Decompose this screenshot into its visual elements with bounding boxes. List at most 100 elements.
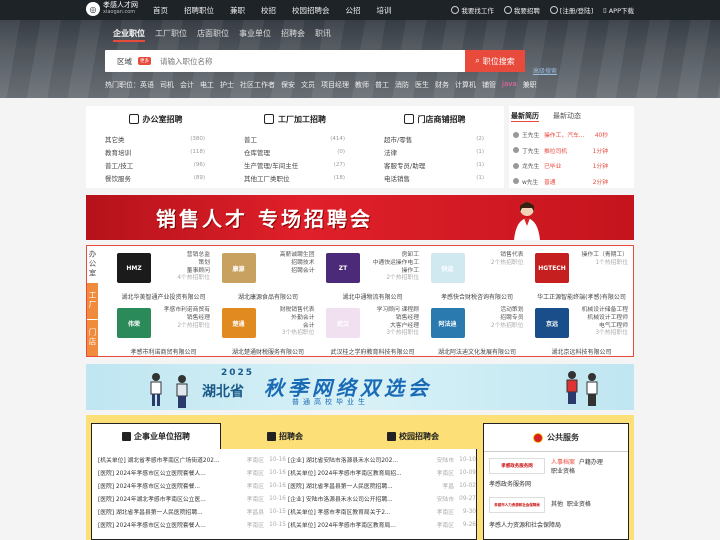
hot-item[interactable]: 社区工作者 [240, 80, 275, 90]
tab-job-fair[interactable]: 招聘会 [281, 28, 305, 42]
job-listing-row[interactable]: [机关单位] 2024年孝感市孝南区教育局... 孝南区 9-26 [288, 518, 476, 531]
service-name[interactable]: 孝感政务服务网 [489, 479, 531, 488]
nav-item[interactable]: 兼职 [230, 5, 245, 16]
job-link[interactable]: 招聘专员 [491, 315, 523, 323]
category-row[interactable]: 餐饮服务 (89) [86, 171, 225, 184]
hot-item[interactable]: 兼职 [523, 80, 537, 90]
company-card[interactable]: 康源 高薪诚聘生团 招聘技术 招聘会计 湖北康源食品有限公司 [216, 248, 321, 301]
company-name[interactable]: 华工正源智能终端(孝感)有限公司 [529, 292, 634, 301]
resume-row[interactable]: 龙先生 已毕业 1分钟 [509, 158, 634, 174]
company-name[interactable]: 孝感快合财税咨询有限公司 [425, 292, 530, 301]
hot-item[interactable]: 护士 [220, 80, 234, 90]
tab-news[interactable]: 职讯 [315, 28, 331, 42]
company-card[interactable]: ZT 房卸工 中通快运操作电工 操作工 2个热招职位 湖北中通物流有限公司 [320, 248, 425, 301]
job-link[interactable]: 销售经理 [377, 315, 419, 323]
company-name[interactable]: 湖北康源食品有限公司 [216, 292, 321, 301]
service-link[interactable]: 其他 [551, 501, 563, 508]
nav-item[interactable]: 招聘职位 [184, 5, 214, 16]
job-listing-row[interactable]: [机关单位] 2024年孝感市孝南区教育局招... 孝南区 10-09 [288, 466, 476, 479]
category-row[interactable]: 仓库管理 (0) [225, 145, 365, 158]
search-input[interactable] [155, 50, 465, 72]
site-logo[interactable]: ◎ 孝感人才网 xiaogan.com [86, 2, 138, 16]
job-link[interactable]: 招聘会计 [280, 268, 314, 276]
job-link[interactable]: 操作工（青期工） [582, 252, 628, 260]
job-link[interactable]: 策划 [177, 260, 210, 268]
company-name[interactable]: 湖北京远科技有限公司 [529, 347, 634, 356]
sales-job-fair-banner[interactable]: 销售人才 专场招聘会 [86, 195, 634, 240]
gov-service-logo[interactable]: 孝感政务服务网 [489, 458, 545, 474]
service-link[interactable]: 人事档案 [551, 459, 575, 466]
job-listing-row[interactable]: [医院] 湖北省孝昌县第一人民医院招聘... 孝昌县 10-15 [98, 505, 286, 518]
category-row[interactable]: 其它类 (380) [86, 132, 225, 145]
job-link[interactable]: 孝感市利诺商贸有 [164, 307, 210, 315]
company-card[interactable]: 京远 机械设计储备工程 机械设计工程师 电气工程师 3个热招职位 湖北京远科技有限公司 [529, 303, 634, 356]
job-link[interactable]: 房卸工 [373, 252, 419, 260]
hot-item[interactable]: java [502, 80, 517, 90]
company-card[interactable]: 武汉 学习顾问 课程顾 销售经理 大客户经理 3个热招职位 武汉桂之学府教育科技有限公司 [320, 303, 425, 356]
resume-row[interactable]: 王先生 操作工，汽车... 40秒 [509, 127, 634, 143]
tab-factory[interactable]: 工厂职位 [155, 28, 187, 42]
find-job-link[interactable]: 我要找工作 [451, 5, 494, 15]
job-listing-row[interactable]: [医院] 2024年孝感市区公立医院套餐... 孝南区 10-16 [98, 479, 286, 492]
job-listing-row[interactable]: [医院] 2024年孝感市区公立医院套餐人... 孝南区 10-16 [98, 466, 286, 479]
tab-enterprise[interactable]: 企业职位 [113, 28, 145, 42]
category-row[interactable]: 超市/零售 (2) [365, 132, 504, 145]
hot-item[interactable]: 会计 [180, 80, 194, 90]
company-name[interactable]: 武汉桂之学府教育科技有限公司 [320, 347, 425, 356]
job-listing-row[interactable]: [机关单位] 湖北省孝感市孝南区广场街道202... 孝南区 10-16 [98, 453, 286, 466]
tab-job-fair[interactable]: 招聘会 [221, 423, 349, 449]
service-link[interactable]: 职业资格 [567, 501, 591, 508]
job-listing-row[interactable]: [医院] 2024年湖北孝感市孝南区公立医... 孝南区 10-16 [98, 492, 286, 505]
hr-bureau-logo[interactable]: 孝感市人力资源和社会保障局 [489, 497, 545, 513]
tab-latest-news[interactable]: 最新动态 [553, 111, 581, 122]
advanced-search-link[interactable]: 高级搜索 [533, 66, 557, 75]
company-name[interactable]: 湖北中通物流有限公司 [320, 292, 425, 301]
company-name[interactable]: 湖北楚通财税服务有限公司 [216, 347, 321, 356]
category-row[interactable]: 其他工厂类职位 (18) [225, 171, 365, 184]
service-name[interactable]: 孝感人力资源和社会保障局 [489, 520, 561, 529]
hot-item[interactable]: 消防 [395, 80, 409, 90]
nav-item[interactable]: 校招 [261, 5, 276, 16]
hot-item[interactable]: 计算机 [455, 80, 476, 90]
job-listing-row[interactable]: [企业] 湖北省安陆市洛源县禾水公司202... 安陆市 10-10 [288, 453, 476, 466]
company-card[interactable]: HGTECH 操作工（青期工） 1个热招职位 华工正源智能终端(孝感)有限公司 [529, 248, 634, 301]
company-name[interactable]: 孝感市利诺商贸有限公司 [111, 347, 216, 356]
resume-row[interactable]: w先生 普通 2分钟 [509, 174, 634, 190]
side-tab-factory[interactable]: 工厂 [87, 282, 98, 320]
category-title[interactable]: 门店商铺招聘 [418, 114, 466, 125]
company-card[interactable]: 楚通 财税销售代表 外勤会计 会计 3个热招职位 湖北楚通财税服务有限公司 [216, 303, 321, 356]
category-row[interactable]: 生产管理/车间主任 (27) [225, 158, 365, 171]
search-button[interactable]: ⌕ 职位搜索 [465, 50, 525, 72]
job-link[interactable]: 销售经理 [164, 315, 210, 323]
job-link[interactable]: 学习顾问 课程顾 [377, 307, 419, 315]
job-link[interactable]: 机械设计储备工程 [582, 307, 628, 315]
nav-item[interactable]: 培训 [377, 5, 392, 16]
side-tab-office[interactable]: 办公室 [87, 246, 98, 283]
hot-item[interactable]: 电工 [200, 80, 214, 90]
job-link[interactable]: 营销总监 [177, 252, 210, 260]
tab-latest-resume[interactable]: 最新简历 [511, 111, 539, 122]
job-link[interactable]: 销售代表 [491, 252, 523, 260]
hot-item[interactable]: 英语 [140, 80, 154, 90]
tab-campus-fair[interactable]: 校园招聘会 [349, 423, 477, 449]
service-link[interactable]: 职业资格 [551, 468, 575, 475]
app-download-link[interactable]: ▯ APP下载 [603, 5, 634, 15]
nav-item[interactable]: 首页 [153, 5, 168, 16]
nav-item[interactable]: 公招 [346, 5, 361, 16]
tab-public[interactable]: 事业单位 [239, 28, 271, 42]
category-row[interactable]: 普工/技工 (96) [86, 158, 225, 171]
hot-item[interactable]: 保安 [281, 80, 295, 90]
hot-item[interactable]: 文员 [301, 80, 315, 90]
job-link[interactable]: 招聘技术 [280, 260, 314, 268]
company-name[interactable]: 湖北华美智通产业投资有限公司 [111, 292, 216, 301]
hot-item[interactable]: 司机 [160, 80, 174, 90]
company-card[interactable]: 阿法迪 活动策划 招聘专员 2个热招职位 湖北阿法迪文化发展有限公司 [425, 303, 530, 356]
autumn-fair-banner[interactable]: 2025 湖北省 秋季网络双选会 普通高校毕业生 [86, 364, 634, 410]
job-listing-row[interactable]: [机关单位] 孝感市孝南区教育局关于2... 孝南区 9-30 [288, 505, 476, 518]
company-card[interactable]: HMZ 营销总监 策划 董事顾问 4个热招职位 湖北华美智通产业投资有限公司 [111, 248, 216, 301]
category-row[interactable]: 电话销售 (1) [365, 171, 504, 184]
hot-item[interactable]: 财务 [435, 80, 449, 90]
job-link[interactable]: 机械设计工程师 [582, 315, 628, 323]
hot-item[interactable]: 普工 [375, 80, 389, 90]
tab-store[interactable]: 店面职位 [197, 28, 229, 42]
